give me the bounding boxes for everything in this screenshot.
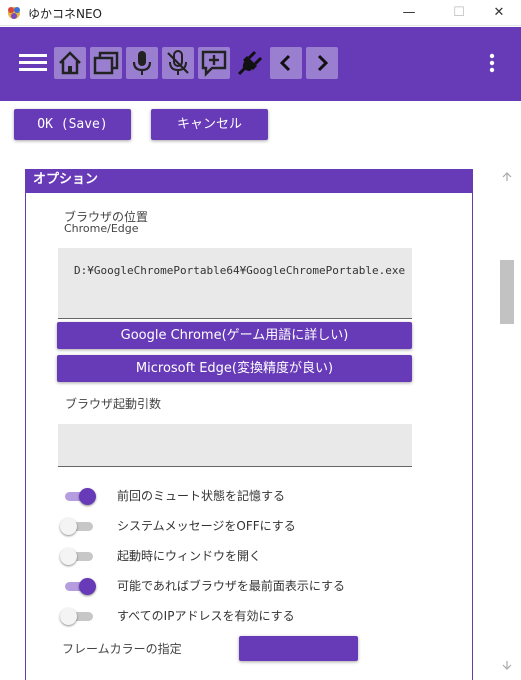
scrollbar-thumb[interactable]	[500, 260, 514, 324]
frame-color-label: フレームカラーの指定	[62, 642, 182, 656]
ok-save-button[interactable]: OK (Save)	[14, 109, 131, 140]
browser-topmost-toggle[interactable]	[60, 578, 96, 595]
minimize-button[interactable]: —	[386, 0, 432, 26]
browser-path-field[interactable]: D:¥GoogleChromePortable64¥GoogleChromePo…	[58, 248, 412, 319]
chevron-right-icon[interactable]	[306, 47, 338, 79]
close-button[interactable]: ✕	[476, 0, 521, 26]
frame-color-button[interactable]	[239, 636, 358, 661]
scroll-down-icon[interactable]	[500, 660, 514, 674]
chevron-left-icon[interactable]	[270, 47, 302, 79]
open-window-on-start-toggle[interactable]	[60, 548, 96, 565]
toggle-row-system-message-off: システムメッセージをOFFにする	[60, 514, 440, 536]
add-message-icon[interactable]	[198, 47, 230, 79]
options-header: オプション	[25, 169, 473, 193]
enable-all-ip-toggle[interactable]	[60, 608, 96, 625]
toggle-row-remember-mute: 前回のミュート状態を記憶する	[60, 484, 440, 506]
home-icon[interactable]	[54, 47, 86, 79]
remember-mute-label: 前回のミュート状態を記憶する	[117, 489, 286, 503]
browser-position-sub-label: Chrome/Edge	[64, 222, 139, 235]
title-bar: ゆかコネNEO — ☐ ✕	[0, 0, 521, 26]
mic-icon[interactable]	[126, 47, 158, 79]
browser-args-label: ブラウザ起動引数	[65, 397, 162, 411]
toggle-row-all-ip: すべてのIPアドレスを有効にする	[60, 604, 440, 626]
remember-mute-toggle[interactable]	[60, 488, 96, 505]
window-icon[interactable]	[90, 47, 122, 79]
toggle-row-open-window: 起動時にウィンドウを開く	[60, 544, 440, 566]
microsoft-edge-button[interactable]: Microsoft Edge(変換精度が良い)	[57, 355, 412, 382]
mic-off-icon[interactable]	[162, 47, 194, 79]
browser-topmost-label: 可能であればブラウザを最前面表示にする	[117, 579, 346, 593]
toggle-row-browser-topmost: 可能であればブラウザを最前面表示にする	[60, 574, 440, 596]
google-chrome-button[interactable]: Google Chrome(ゲーム用語に詳しい)	[57, 322, 412, 349]
menu-icon[interactable]	[17, 47, 49, 79]
open-window-on-start-label: 起動時にウィンドウを開く	[117, 549, 262, 563]
scrollbar[interactable]	[498, 170, 516, 680]
browser-path-value: D:¥GoogleChromePortable64¥GoogleChromePo…	[74, 264, 406, 277]
window-title: ゆかコネNEO	[28, 7, 103, 21]
scroll-up-icon[interactable]	[500, 172, 514, 186]
cancel-button[interactable]: キャンセル	[151, 109, 268, 140]
more-vert-icon[interactable]	[476, 47, 508, 79]
plug-icon[interactable]	[234, 47, 266, 79]
system-message-off-label: システムメッセージをOFFにする	[117, 519, 296, 533]
browser-args-field[interactable]	[58, 424, 412, 467]
enable-all-ip-label: すべてのIPアドレスを有効にする	[117, 609, 295, 623]
app-logo-icon	[6, 5, 22, 21]
system-message-off-toggle[interactable]	[60, 518, 96, 535]
toolbar	[0, 27, 521, 101]
